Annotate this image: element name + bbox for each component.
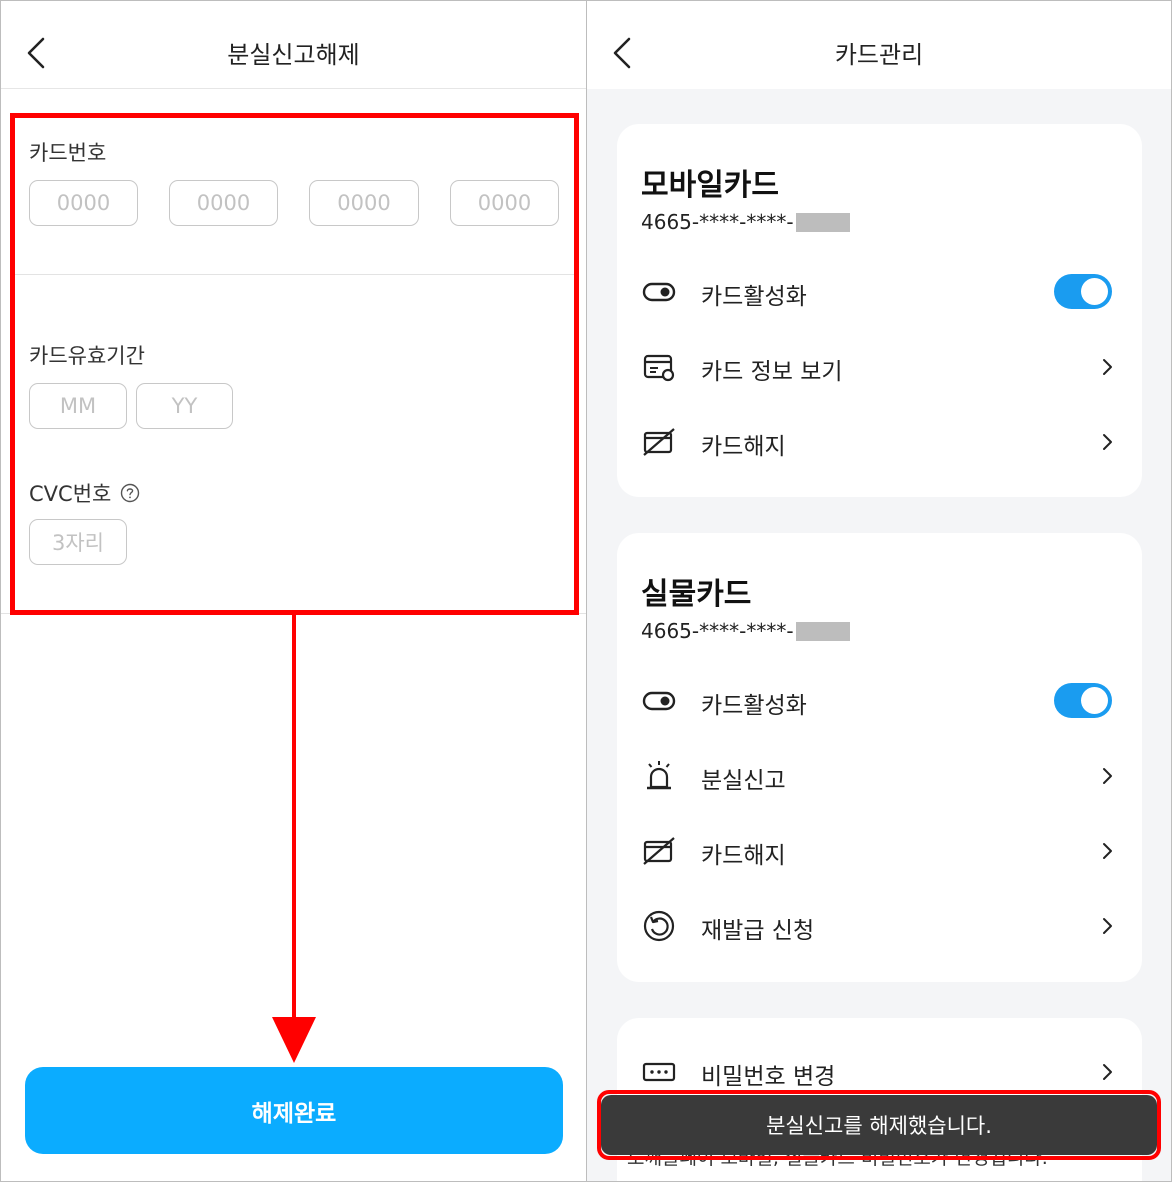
chevron-right-icon — [1103, 1064, 1112, 1080]
chevron-right-icon — [1103, 434, 1112, 450]
lost-report-row[interactable]: 분실신고 — [617, 746, 1142, 806]
lost-report-cancel-screen: 분실신고해제 카드번호 0000 0000 0000 0000 카드유효기간 M… — [0, 0, 586, 1182]
chevron-right-icon — [1103, 768, 1112, 784]
page-title: 분실신고해제 — [227, 41, 360, 69]
physical-card-activate-row[interactable]: 카드활성화 — [617, 671, 1142, 731]
row-label: 재발급 신청 — [701, 918, 815, 944]
right-header: 카드관리 — [587, 1, 1171, 89]
down-arrow-annotation-icon — [272, 613, 316, 1063]
physical-card-section: 실물카드 4665-****-****- 카드활성화 분실신고 카드해지 재발급… — [617, 533, 1142, 982]
card-number-prefix: 4665-****-****- — [641, 619, 794, 643]
reissue-icon — [643, 910, 675, 942]
page-title: 카드관리 — [834, 41, 924, 69]
highlight-box-toast — [597, 1090, 1161, 1160]
chevron-right-icon — [1103, 918, 1112, 934]
row-label: 카드활성화 — [701, 693, 807, 719]
row-label: 카드활성화 — [701, 284, 807, 310]
highlight-box-form — [10, 113, 579, 615]
siren-icon — [647, 761, 671, 790]
chevron-right-icon — [1103, 359, 1112, 375]
card-management-screen: 카드관리 모바일카드 4665-****-****- 카드활성화 카드 정보 보… — [586, 0, 1172, 1182]
password-icon — [642, 1062, 676, 1082]
physical-card-cancel-row[interactable]: 카드해지 — [617, 821, 1142, 881]
mobile-card-info-row[interactable]: 카드 정보 보기 — [617, 337, 1142, 397]
toggle-switch-icon — [642, 282, 676, 302]
card-info-icon — [643, 354, 675, 382]
release-complete-button[interactable]: 해제완료 — [25, 1067, 563, 1154]
chevron-right-icon — [1103, 843, 1112, 859]
mobile-card-title: 모바일카드 — [641, 168, 779, 203]
physical-card-activation-toggle[interactable] — [1054, 683, 1112, 718]
row-label: 비밀번호 변경 — [701, 1064, 836, 1090]
mobile-card-cancel-row[interactable]: 카드해지 — [617, 412, 1142, 472]
card-cancel-icon — [643, 837, 675, 865]
row-label: 카드 정보 보기 — [701, 359, 843, 385]
row-label: 카드해지 — [701, 434, 786, 460]
mobile-card-section: 모바일카드 4665-****-****- 카드활성화 카드 정보 보기 카드해… — [617, 124, 1142, 497]
row-label: 분실신고 — [701, 768, 786, 794]
toggle-switch-icon — [642, 691, 676, 711]
left-header: 분실신고해제 — [1, 1, 586, 89]
physical-card-title: 실물카드 — [641, 577, 752, 612]
reissue-request-row[interactable]: 재발급 신청 — [617, 896, 1142, 956]
mobile-card-activate-row[interactable]: 카드활성화 — [617, 262, 1142, 322]
mobile-card-activation-toggle[interactable] — [1054, 274, 1112, 309]
row-label: 카드해지 — [701, 843, 786, 869]
mobile-card-number: 4665-****-****- — [641, 210, 850, 234]
card-number-prefix: 4665-****-****- — [641, 210, 794, 234]
masked-digits — [795, 621, 850, 641]
masked-digits — [795, 212, 850, 232]
card-cancel-icon — [643, 428, 675, 456]
physical-card-number: 4665-****-****- — [641, 619, 850, 643]
